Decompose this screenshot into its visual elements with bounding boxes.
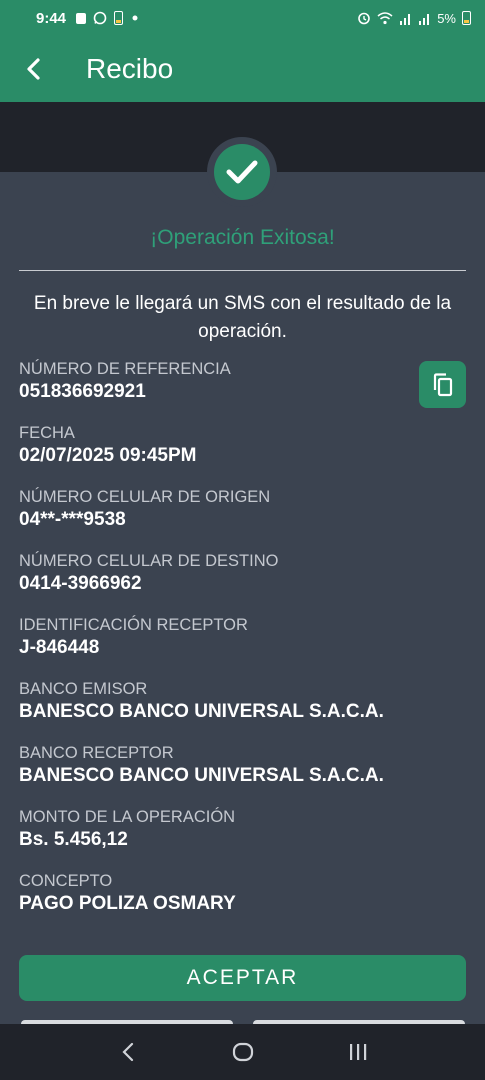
battery-icon [462, 11, 471, 25]
nav-home-button[interactable] [219, 1028, 267, 1076]
accept-button[interactable]: ACEPTAR [19, 955, 466, 1001]
field-value: BANESCO BANCO UNIVERSAL S.A.C.A. [19, 701, 384, 722]
field-date: FECHA 02/07/2025 09:45PM [19, 422, 419, 486]
field-label: IDENTIFICACIÓN RECEPTOR [19, 616, 248, 634]
notification-icons [76, 11, 140, 25]
nav-back-button[interactable] [104, 1028, 152, 1076]
back-nav-icon [121, 1042, 133, 1062]
sms-message: En breve le llegará un SMS con el result… [33, 293, 452, 342]
field-label: CONCEPTO [19, 872, 113, 890]
nav-recents-button[interactable] [334, 1028, 382, 1076]
field-label: MONTO DE LA OPERACIÓN [19, 808, 236, 826]
dot-icon [132, 15, 138, 21]
back-button[interactable] [0, 36, 66, 102]
whatsapp-icon [93, 11, 107, 25]
field-label: BANCO RECEPTOR [19, 744, 174, 762]
alarm-icon [358, 12, 371, 25]
field-receiver-id: IDENTIFICACIÓN RECEPTOR J-846448 [19, 614, 419, 678]
nav-bar [0, 1024, 485, 1080]
field-concept: CONCEPTO PAGO POLIZA OSMARY [19, 870, 419, 934]
copy-reference-button[interactable] [419, 361, 466, 408]
signal-icon [419, 13, 430, 25]
field-value: BANESCO BANCO UNIVERSAL S.A.C.A. [19, 765, 384, 786]
receipt-details: NÚMERO DE REFERENCIA 051836692921 FECHA … [19, 358, 419, 934]
field-value: Bs. 5.456,12 [19, 829, 128, 850]
field-label: FECHA [19, 424, 75, 442]
system-icons: 5% [357, 11, 471, 26]
field-value: 02/07/2025 09:45PM [19, 445, 197, 466]
page-title: Recibo [86, 53, 174, 84]
success-circle [214, 144, 270, 200]
recents-icon [349, 1044, 366, 1060]
field-label: NÚMERO DE REFERENCIA [19, 360, 231, 378]
field-value: 051836692921 [19, 381, 146, 402]
check-icon [226, 160, 258, 184]
wifi-icon [377, 11, 393, 24]
field-label: BANCO EMISOR [19, 680, 148, 698]
field-origin-phone: NÚMERO CELULAR DE ORIGEN 04**-***9538 [19, 486, 419, 550]
success-badge [207, 137, 277, 207]
divider [19, 270, 466, 271]
home-icon [232, 1042, 253, 1062]
field-destination-phone: NÚMERO CELULAR DE DESTINO 0414-3966962 [19, 550, 419, 614]
status-bar: 9:44 5% [0, 0, 485, 36]
field-label: NÚMERO CELULAR DE DESTINO [19, 552, 279, 570]
field-receiver-bank: BANCO RECEPTOR BANESCO BANCO UNIVERSAL S… [19, 742, 419, 806]
signal-icon [400, 13, 411, 25]
app-bar: Recibo [0, 36, 485, 102]
app-icon [76, 12, 87, 24]
field-value: J-846448 [19, 637, 100, 658]
field-amount: MONTO DE LA OPERACIÓN Bs. 5.456,12 [19, 806, 419, 870]
battery-alert-icon [114, 11, 124, 25]
success-title: ¡Operación Exitosa! [150, 226, 335, 249]
status-time: 9:44 [36, 9, 67, 27]
field-issuer-bank: BANCO EMISOR BANESCO BANCO UNIVERSAL S.A… [19, 678, 419, 742]
field-label: NÚMERO CELULAR DE ORIGEN [19, 488, 271, 506]
field-value: 0414-3966962 [19, 573, 142, 594]
field-reference: NÚMERO DE REFERENCIA 051836692921 [19, 358, 419, 422]
battery-percent: 5% [437, 10, 456, 26]
field-value: 04**-***9538 [19, 509, 126, 530]
chevron-left-icon [27, 58, 40, 80]
copy-icon [433, 372, 452, 396]
field-value: PAGO POLIZA OSMARY [19, 893, 236, 914]
